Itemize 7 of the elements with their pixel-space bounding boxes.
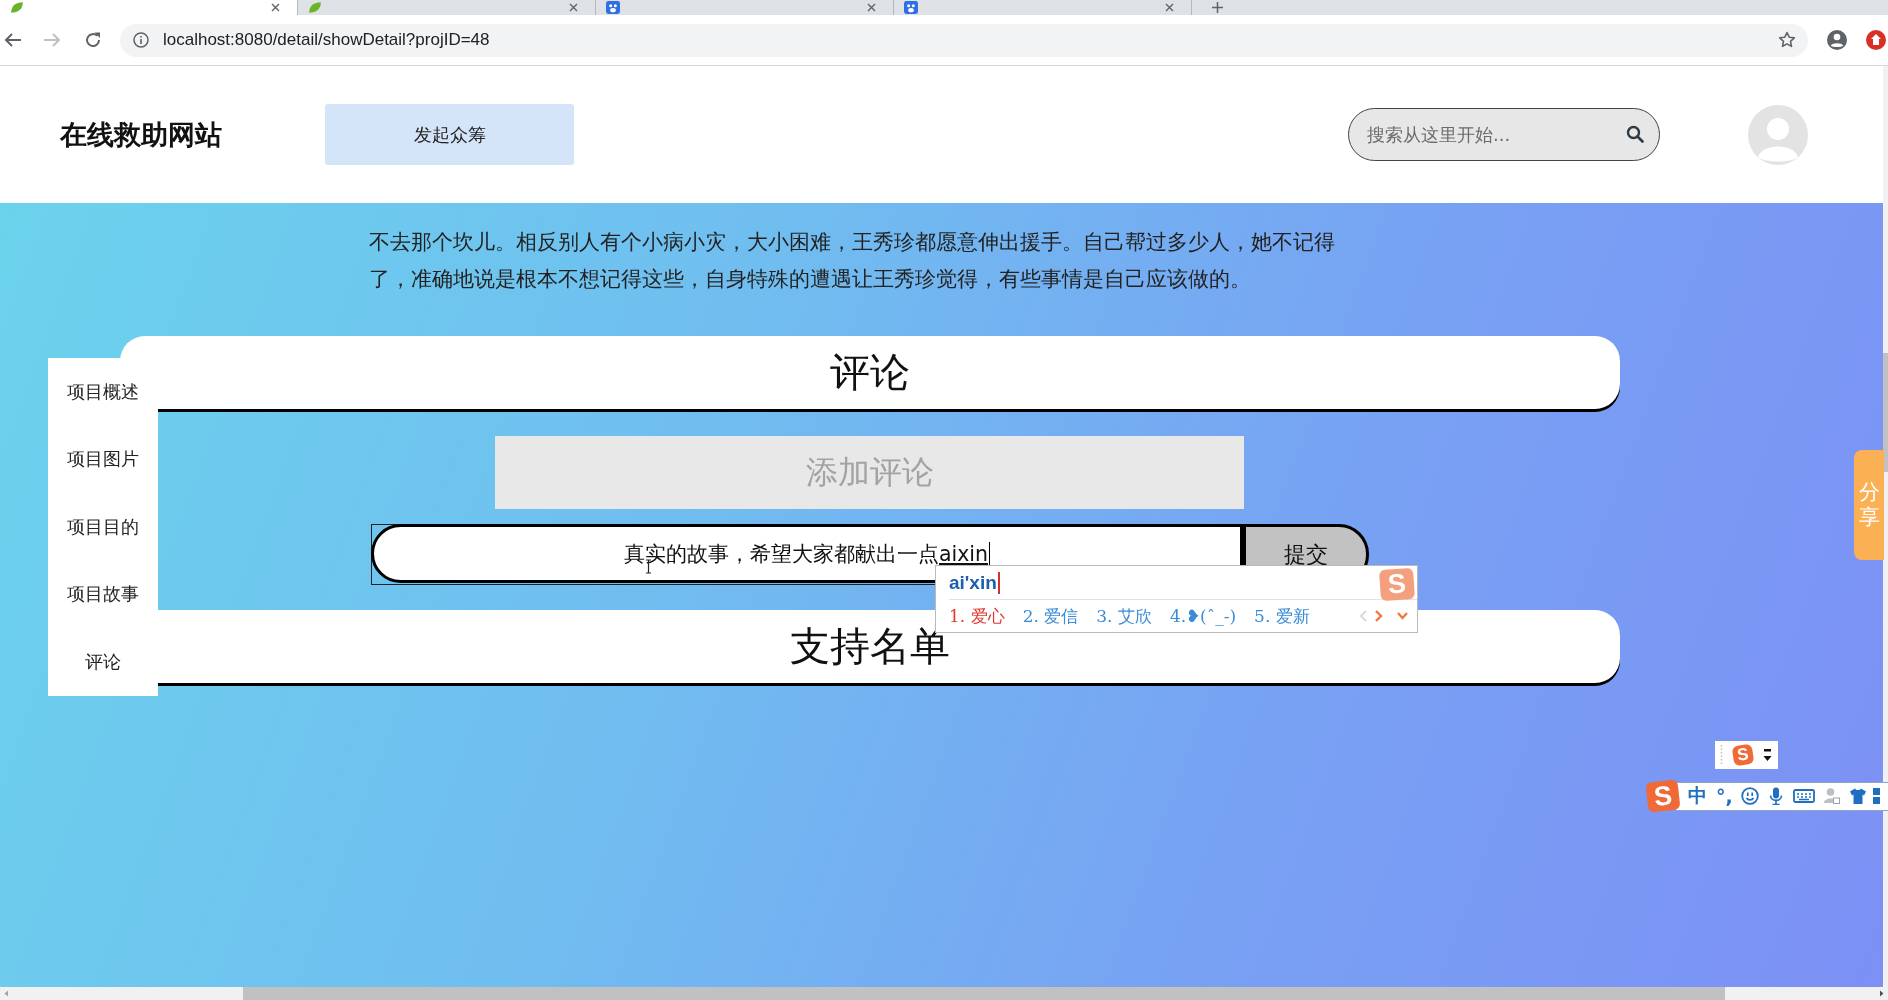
add-comment-heading: 添加评论: [495, 436, 1244, 509]
ime-composition: ai'xin: [949, 571, 1000, 594]
section-title: 评论: [830, 348, 910, 397]
story-paragraph: 不去那个坎儿。相反别人有个小病小灾，大小困难，王秀珍都愿意伸出援手。自己帮过多少人，她不记得了，准确地说是根本不想记得这些，自身特殊的遭遇让王秀珍觉得，有些事情是自己应该做的。: [369, 229, 1336, 293]
url-text: localhost:8080/detail/showDetail?projID=48: [163, 30, 490, 50]
ime-logo: S: [1378, 567, 1416, 601]
section-title: 支持名单: [790, 622, 950, 671]
